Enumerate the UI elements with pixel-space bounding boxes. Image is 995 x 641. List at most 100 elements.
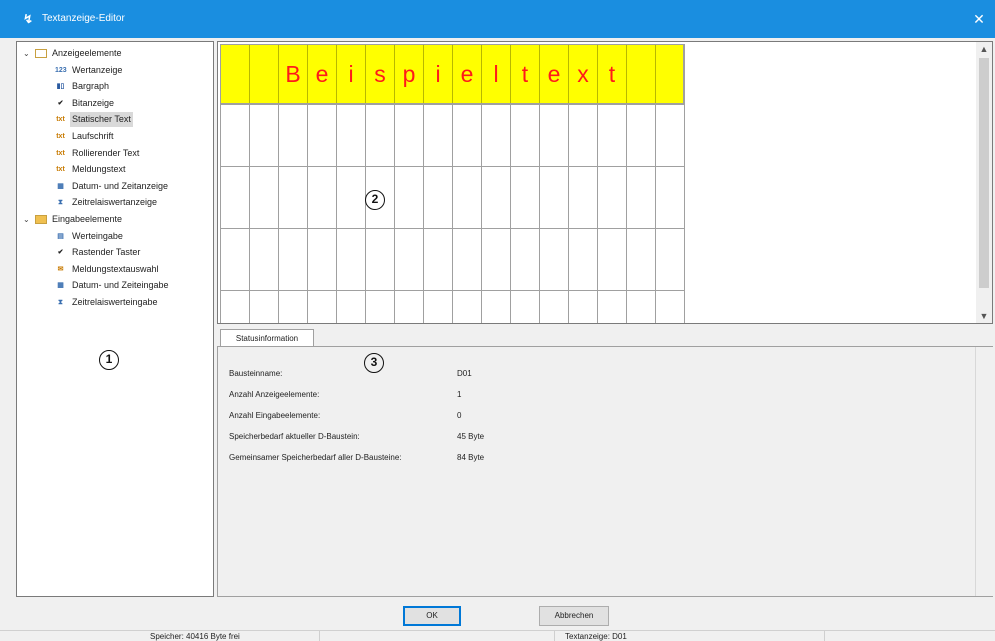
status-label: Anzahl Eingabeelemente: <box>229 411 321 420</box>
scroll-down-icon[interactable]: ▼ <box>976 309 992 323</box>
text-char: t <box>521 61 529 87</box>
cell-divider <box>655 45 656 103</box>
text-char: i <box>348 61 354 87</box>
tree-item[interactable]: ⧗ Zeitrelaiswertanzeige <box>55 195 210 210</box>
window-title: Textanzeige-Editor <box>42 13 125 24</box>
grid-row-line <box>220 104 684 105</box>
status-panel: Statusinformation Bausteinname: D01 Anzahl… <box>217 329 993 597</box>
text-char: e <box>315 61 329 87</box>
status-scrollbar[interactable] <box>975 347 993 596</box>
tree-item-label: Zeitrelaiswerteingabe <box>72 297 158 307</box>
title-bar: ↯ Textanzeige-Editor ✕ <box>0 0 995 38</box>
tree-item-label: Zeitrelaiswertanzeige <box>72 197 158 208</box>
tree-item-label: Statischer Text <box>70 112 133 128</box>
tree-item[interactable]: ⧗ Zeitrelaiswerteingabe <box>55 295 210 310</box>
status-value: 84 Byte <box>457 453 485 462</box>
tab-statusinformation[interactable]: Statusinformation <box>220 329 314 347</box>
grid-row-line <box>220 290 684 291</box>
tree-item-label: Datum- und Zeiteingabe <box>72 280 169 291</box>
canvas-scrollbar[interactable]: ▲ ▼ <box>976 42 992 323</box>
text-char: B <box>285 61 301 87</box>
cancel-button[interactable]: Abbrechen <box>539 606 609 626</box>
statusbar-spacer <box>320 631 555 641</box>
static-text-icon: txt <box>56 116 65 124</box>
memory-status: Speicher: 40416 Byte frei <box>0 631 320 641</box>
tree-item[interactable]: txt Meldungstext <box>55 162 210 177</box>
chevron-down-icon[interactable]: ⌄ <box>23 212 32 227</box>
element-tree: ⌄ Anzeigeelemente 123 Wertanzeige ▮▯ Bargraph… <box>16 41 214 597</box>
ok-button[interactable]: OK <box>403 606 461 626</box>
scroll-thumb[interactable] <box>979 58 989 288</box>
status-label: Speicherbedarf aktueller D-Baustein: <box>229 432 360 441</box>
tree-item-label: Laufschrift <box>72 131 114 141</box>
static-text-element[interactable]: Beispieltext <box>220 44 684 104</box>
tree-item-label: Rastender Taster <box>72 247 141 258</box>
tree-item[interactable]: ▦ Datum- und Zeiteingabe <box>55 278 210 293</box>
tree-item-label: Meldungstextauswahl <box>72 263 159 274</box>
text-char: l <box>493 61 499 87</box>
text-char: t <box>608 61 616 87</box>
tree-item[interactable]: ✉ Meldungstextauswahl <box>55 262 210 277</box>
tree-item[interactable]: ✔ Rastender Taster <box>55 245 210 260</box>
scroll-up-icon[interactable]: ▲ <box>976 42 992 56</box>
tree-item[interactable]: txt Laufschrift <box>55 129 210 144</box>
region-marker-1: 1 <box>99 350 119 370</box>
latching-button-icon: ✔ <box>57 249 64 257</box>
value-display-icon: 123 <box>55 66 67 74</box>
status-label: Gemeinsamer Speicherbedarf aller D-Baust… <box>229 453 402 462</box>
cell-divider <box>249 45 250 103</box>
display-canvas[interactable]: Beispieltext <box>217 41 993 324</box>
app-icon: ↯ <box>23 12 34 26</box>
status-label: Bausteinname: <box>229 369 283 378</box>
tree-item-label: Meldungstext <box>72 164 126 175</box>
tree-group-eingabeelemente[interactable]: ⌄ Eingabeelemente <box>23 212 203 227</box>
text-char: s <box>374 61 386 87</box>
tree-item-label: Bitanzeige <box>72 97 115 108</box>
grid-column-line <box>684 44 685 323</box>
tree-item-label: Datum- und Zeitanzeige <box>72 180 169 191</box>
chevron-down-icon[interactable]: ⌄ <box>23 46 32 61</box>
display-status: Textanzeige: D01 <box>555 631 825 641</box>
text-char: x <box>577 61 589 87</box>
tree-item-label: Wertanzeige <box>72 64 123 75</box>
region-marker-2: 2 <box>365 190 385 210</box>
tree-item[interactable]: 123 Wertanzeige <box>55 63 210 78</box>
tree-item[interactable]: ▤ Werteingabe <box>55 229 210 244</box>
text-char: i <box>435 61 441 87</box>
value-input-icon: ▤ <box>57 232 64 240</box>
tree-item[interactable]: ✔ Bitanzeige <box>55 96 210 111</box>
tree-group-anzeigeelemente[interactable]: ⌄ Anzeigeelemente <box>23 46 203 61</box>
date-time-input-icon: ▦ <box>57 282 64 290</box>
status-label: Anzahl Anzeigeelemente: <box>229 390 320 399</box>
timer-relay-input-icon: ⧗ <box>58 299 63 306</box>
status-value: 45 Byte <box>457 432 485 441</box>
tree-item[interactable]: txt Statischer Text <box>55 112 210 128</box>
cell-divider <box>626 45 627 103</box>
message-select-icon: ✉ <box>57 265 64 273</box>
ticker-icon: txt <box>56 133 65 140</box>
tree-item-label: Rollierender Text <box>72 147 140 158</box>
date-time-icon: ▦ <box>57 182 64 190</box>
grid-row-line <box>220 166 684 167</box>
tree-item-label: Werteingabe <box>72 230 123 241</box>
grid-row-line <box>220 228 684 229</box>
tree-item[interactable]: ▮▯ Bargraph <box>55 79 210 94</box>
text-char: e <box>460 61 474 87</box>
text-char: p <box>402 61 416 87</box>
text-char: e <box>547 61 561 87</box>
bargraph-icon: ▮▯ <box>56 83 65 91</box>
tree-group-label: Anzeigeelemente <box>52 48 122 58</box>
tree-item-label: Bargraph <box>72 81 110 92</box>
status-body: Bausteinname: D01 Anzahl Anzeigeelemente: 1… <box>217 346 993 597</box>
status-value: D01 <box>457 369 472 378</box>
status-value: 0 <box>457 411 462 420</box>
folder-open-icon <box>35 49 47 58</box>
checkmark-icon: ✔ <box>57 99 64 107</box>
status-value: 1 <box>457 390 462 399</box>
tree-item[interactable]: ▦ Datum- und Zeitanzeige <box>55 179 210 194</box>
message-text-icon: txt <box>56 166 65 174</box>
close-button[interactable]: ✕ <box>969 10 989 28</box>
folder-icon <box>35 215 47 224</box>
timer-relay-icon: ⧗ <box>58 199 63 207</box>
tree-item[interactable]: txt Rollierender Text <box>55 146 210 161</box>
